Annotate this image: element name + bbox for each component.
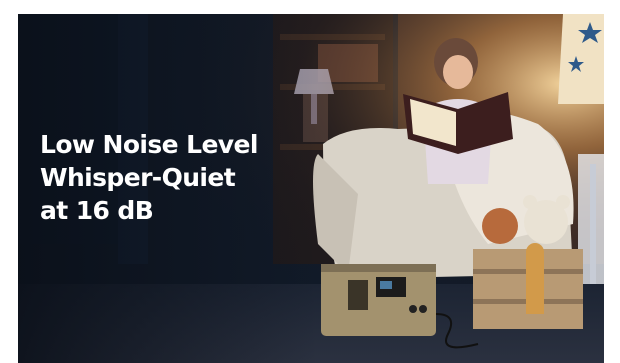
power-station-image xyxy=(321,264,436,336)
headline-line-1: Low Noise Level xyxy=(40,130,258,159)
headline-line-2: Whisper-Quiet xyxy=(40,163,236,192)
headline: Low Noise Level Whisper-Quiet at 16 dB xyxy=(40,128,258,227)
promo-banner: Low Noise Level Whisper-Quiet at 16 dB xyxy=(18,14,604,363)
headline-line-3: at 16 dB xyxy=(40,196,154,225)
